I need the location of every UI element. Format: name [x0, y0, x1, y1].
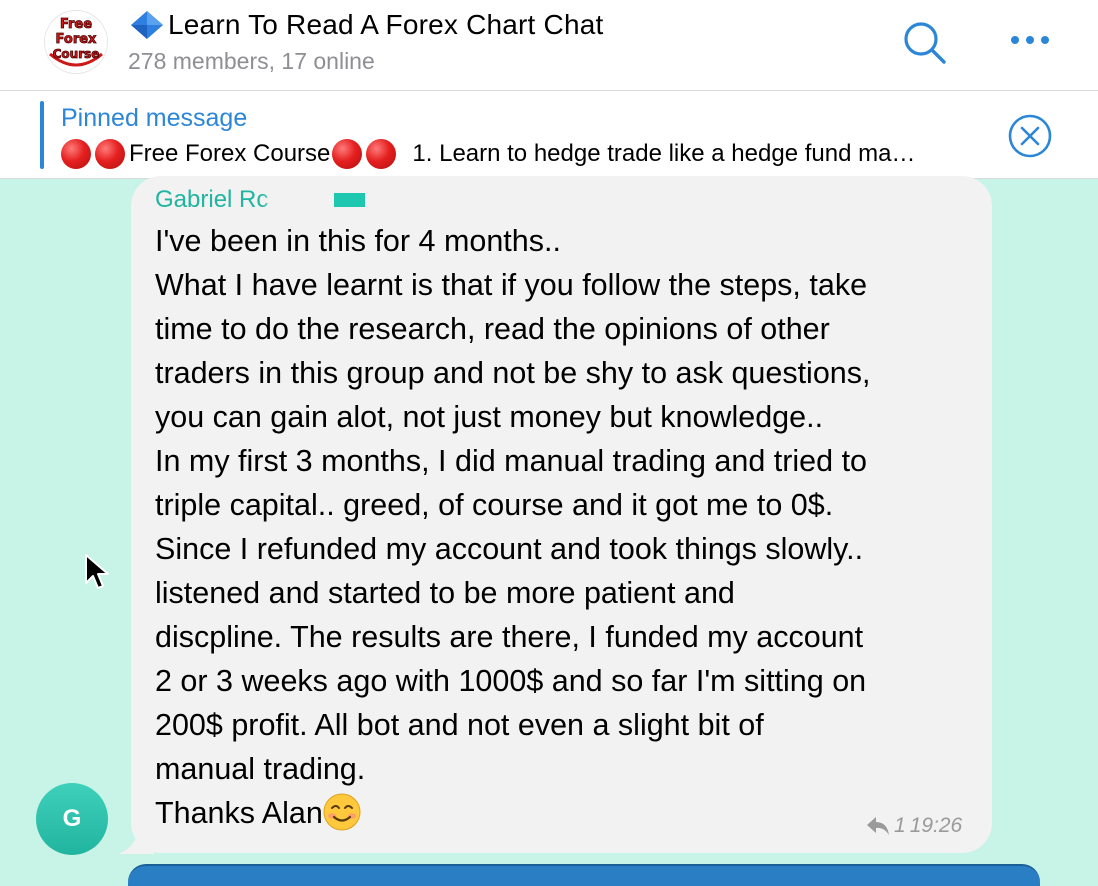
sender-fade: [262, 190, 277, 210]
message-line: listened and started to be more patient …: [155, 576, 735, 610]
user-avatar[interactable]: G: [36, 783, 108, 855]
pinned-label: Pinned message: [61, 104, 248, 132]
next-message-bubble[interactable]: [128, 864, 1040, 886]
message-line-last: Thanks Alan: [155, 791, 975, 835]
message-last-text: Thanks Alan: [155, 796, 323, 830]
message-line: 200$ profit. All bot and not even a slig…: [155, 708, 764, 742]
message-line: triple capital.. greed, of course and it…: [155, 488, 834, 522]
redaction-mark: [334, 193, 366, 207]
pinned-message-bar[interactable]: Pinned message Free Forex Course 1. Lear…: [0, 91, 1098, 179]
red-circle-icon: [366, 139, 397, 169]
message-line: traders in this group and not be shy to …: [155, 356, 871, 390]
message-time: 19:26: [909, 814, 963, 837]
message-line: manual trading.: [155, 752, 366, 786]
message-line: What I have learnt is that if you follow…: [155, 268, 868, 302]
search-icon[interactable]: [900, 18, 948, 66]
reply-arrow-icon[interactable]: [866, 815, 890, 837]
blue-diamond-icon: [131, 11, 163, 39]
message-line: I've been in this for 4 months..: [155, 224, 561, 258]
red-circle-icon: [61, 139, 91, 169]
member-count: 278 members, 17 online: [128, 48, 375, 74]
more-icon[interactable]: [1006, 26, 1054, 56]
chat-header: Free Forex Course Learn To Read A Forex …: [0, 0, 1098, 91]
red-circle-icon: [95, 139, 125, 169]
pinned-text-main: Free Forex Course: [129, 140, 331, 167]
sender-name[interactable]: Gabriel Rc: [155, 186, 366, 214]
sender-name-text: Gabriel Rc: [155, 186, 269, 213]
close-circle-icon[interactable]: [1007, 113, 1053, 159]
group-logo: Free Forex Course: [45, 11, 107, 73]
message-line: time to do the research, read the opinio…: [155, 312, 830, 346]
red-circle-icon: [332, 139, 363, 169]
pinned-preview: Free Forex Course 1. Learn to hedge trad…: [61, 139, 915, 169]
message-line: In my first 3 months, I did manual tradi…: [155, 444, 868, 478]
logo-line-1: Free: [60, 17, 92, 32]
message-line: you can gain alot, not just money but kn…: [155, 400, 824, 434]
logo-line-3: Course: [53, 47, 100, 61]
message-line: Since I refunded my account and took thi…: [155, 532, 864, 566]
chat-title: Learn To Read A Forex Chart Chat: [168, 9, 604, 40]
mouse-cursor-icon: [85, 554, 109, 589]
smiling-face-icon: [323, 793, 361, 831]
group-avatar[interactable]: Free Forex Course: [44, 10, 108, 74]
message-line: discpline. The results are there, I fund…: [155, 620, 864, 654]
message-meta: 1 19:26: [866, 814, 962, 838]
logo-line-2: Forex: [56, 32, 98, 47]
reply-count[interactable]: 1: [894, 814, 906, 838]
message-text: I've been in this for 4 months.. What I …: [155, 219, 975, 835]
message-line: 2 or 3 weeks ago with 1000$ and so far I…: [155, 664, 867, 698]
pinned-text-rest: 1. Learn to hedge trade like a hedge fun…: [412, 140, 916, 167]
pinned-indicator: [40, 101, 44, 169]
chat-title-row[interactable]: Learn To Read A Forex Chart Chat: [128, 9, 603, 41]
